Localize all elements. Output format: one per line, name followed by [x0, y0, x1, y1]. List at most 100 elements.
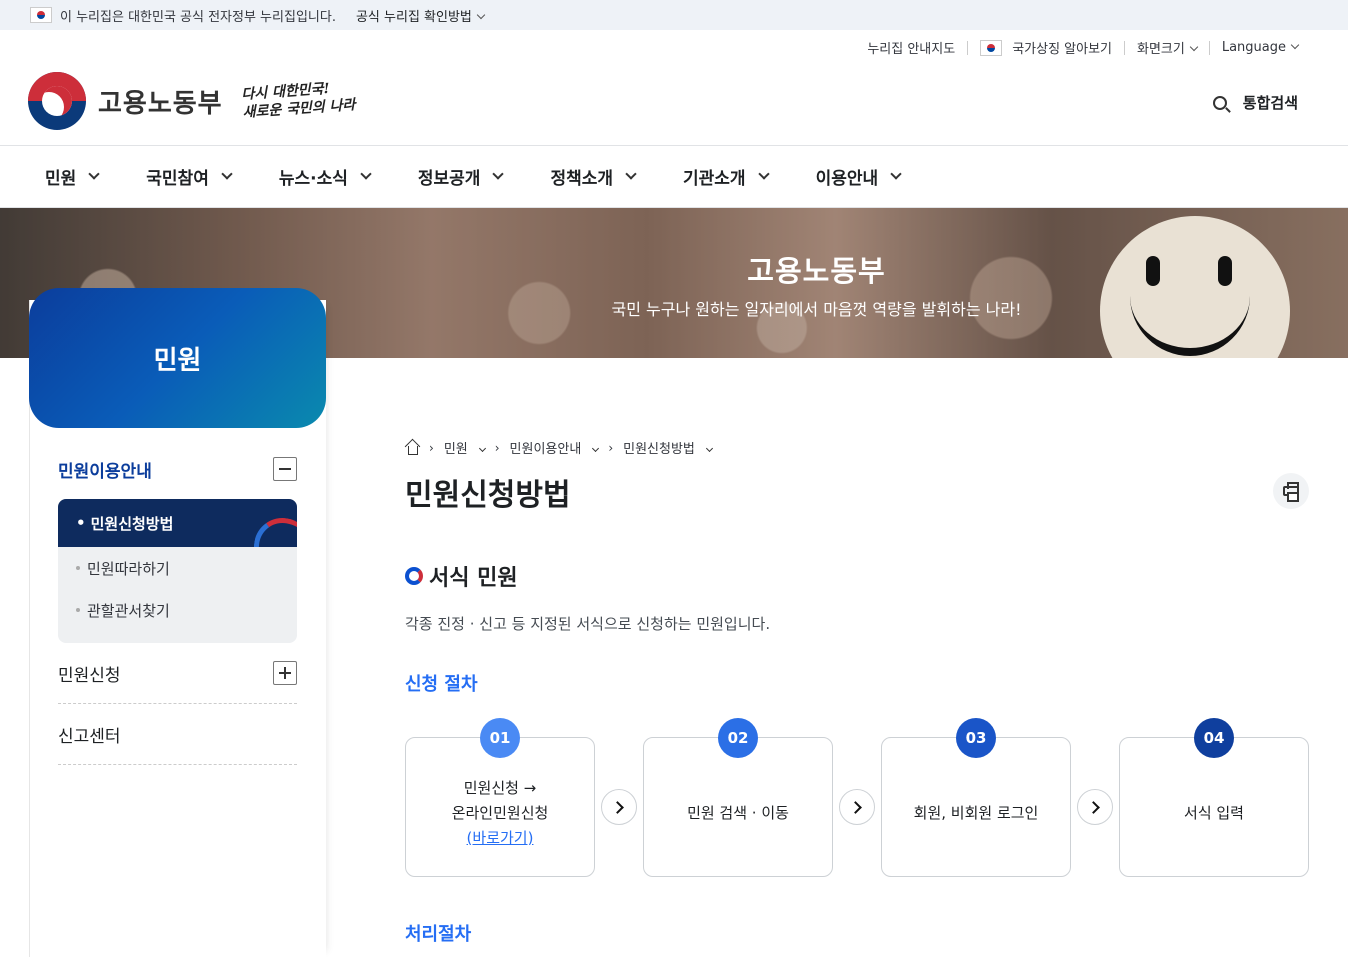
bullet-icon	[76, 608, 80, 612]
procedure-title: 신청 절차	[405, 674, 478, 695]
page-title: 민원신청방법	[405, 478, 571, 513]
site-logo[interactable]: 고용노동부	[28, 72, 223, 130]
chevron-right-icon	[839, 789, 875, 825]
gnb-label: 국민참여	[146, 169, 209, 189]
gnb-label: 뉴스·소식	[278, 169, 348, 189]
gnb-item-guide[interactable]: 이용안내	[815, 164, 902, 189]
sidebar-subitem-follow[interactable]: 민원따라하기	[58, 547, 297, 589]
sidebar-item-label: 민원이용안내	[58, 461, 152, 482]
gnb-label: 이용안내	[815, 169, 879, 189]
sidebar-item-label: 민원신청	[58, 665, 121, 686]
language-button[interactable]: Language	[1221, 40, 1300, 55]
sitemap-link[interactable]: 누리집 안내지도	[867, 38, 955, 57]
expand-icon[interactable]	[273, 661, 297, 685]
logo-text: 고용노동부	[98, 88, 223, 119]
chevron-down-icon	[221, 167, 233, 180]
gnb-item-policy[interactable]: 정책소개	[550, 164, 637, 189]
section-title-text: 서식 민원	[429, 566, 518, 591]
language-label: Language	[1221, 40, 1286, 55]
breadcrumb-separator: ›	[429, 440, 434, 455]
shortcut-link[interactable]: (바로가기)	[467, 826, 534, 851]
chevron-down-icon	[360, 167, 372, 180]
home-icon[interactable]	[405, 441, 419, 455]
font-size-button[interactable]: 화면크기	[1137, 38, 1199, 57]
chevron-right-icon	[601, 789, 637, 825]
step-text: 민원신청 →	[463, 778, 537, 797]
taegeuk-emblem-icon	[28, 72, 86, 130]
breadcrumb-label: 민원이용안내	[509, 442, 582, 457]
national-symbol-link[interactable]: 국가상징 알아보기	[1012, 38, 1112, 57]
step-card-1: 민원신청 → 온라인민원신청 (바로가기)	[405, 737, 595, 877]
korea-flag-icon	[980, 39, 1003, 56]
gnb-label: 정책소개	[550, 169, 613, 189]
gnb-item-agency[interactable]: 기관소개	[683, 164, 770, 189]
divider	[1124, 40, 1125, 55]
breadcrumb-separator: ›	[608, 440, 614, 455]
chevron-down-icon	[478, 444, 486, 453]
search-label: 통합검색	[1242, 94, 1298, 112]
chevron-down-icon	[705, 444, 713, 453]
banner-title: 고용노동부	[747, 254, 886, 288]
chevron-down-icon	[592, 444, 600, 453]
sidebar-subitem-label: 민원따라하기	[87, 559, 170, 578]
integrated-search-button[interactable]: 통합검색	[1212, 92, 1298, 113]
divider	[1208, 40, 1210, 55]
font-size-label: 화면크기	[1137, 42, 1185, 57]
bullet-icon	[76, 566, 80, 570]
sidebar-title: 민원	[29, 288, 326, 428]
gov-check-label: 공식 누리집 확인방법	[355, 9, 472, 25]
step-text: 온라인민원신청	[451, 803, 549, 822]
step-card-4: 서식 입력	[1119, 737, 1309, 877]
sidebar-submenu: • 민원신청방법 민원따라하기 관할관서찾기	[58, 499, 297, 643]
collapse-icon[interactable]	[273, 457, 297, 481]
gnb-item-news[interactable]: 뉴스·소식	[278, 164, 372, 189]
step-text: 회원, 비회원 로그인	[913, 803, 1039, 822]
divider	[967, 40, 969, 55]
gov-banner: 이 누리집은 대한민국 공식 전자정부 누리집입니다. 공식 누리집 확인방법	[0, 0, 1348, 30]
step-badge-3: 03	[956, 718, 996, 758]
step-text: 서식 입력	[1184, 803, 1244, 822]
sidebar-item-civil-apply[interactable]: 민원신청	[58, 643, 297, 704]
breadcrumb-label: 민원신청방법	[623, 442, 695, 457]
sidebar-menu: 민원이용안내 • 민원신청방법 민원따라하기 관할관서찾기 민원신청 신고센터	[58, 440, 297, 765]
process-title: 처리절차	[405, 924, 472, 945]
gnb-item-participation[interactable]: 국민참여	[146, 164, 233, 189]
breadcrumb-label: 민원	[443, 442, 468, 457]
chevron-down-icon	[1189, 42, 1199, 52]
sidebar-item-report-center[interactable]: 신고센터	[58, 704, 297, 765]
step-badge-4: 04	[1194, 718, 1234, 758]
step-card-2: 민원 검색 · 이동	[643, 737, 833, 877]
section-title: 서식 민원	[405, 560, 518, 592]
sidebar-subitem-label: 민원신청방법	[90, 514, 174, 533]
gnb-label: 정보공개	[417, 169, 481, 189]
breadcrumb-item[interactable]: 민원	[443, 438, 486, 457]
slogan: 다시 대한민국! 새로운 국민의 나라	[241, 78, 356, 122]
utility-nav: 누리집 안내지도 국가상징 알아보기 화면크기 Language	[867, 38, 1300, 57]
print-button[interactable]	[1273, 473, 1309, 509]
chevron-down-icon	[757, 167, 770, 180]
breadcrumb-item[interactable]: 민원신청방법	[623, 438, 713, 457]
section-description: 각종 진정 · 신고 등 지정된 서식으로 신청하는 민원입니다.	[405, 615, 771, 633]
chevron-right-icon	[1077, 789, 1113, 825]
step-badge-1: 01	[480, 718, 520, 758]
chevron-down-icon	[890, 167, 902, 180]
breadcrumb: › 민원 › 민원이용안내 › 민원신청방법	[405, 438, 713, 457]
gnb-label: 기관소개	[683, 169, 746, 189]
gnb-item-civil[interactable]: 민원	[45, 164, 100, 189]
breadcrumb-item[interactable]: 민원이용안내	[509, 438, 600, 457]
step-badge-2: 02	[718, 718, 758, 758]
gnb-label: 민원	[45, 169, 77, 189]
sidebar-item-civil-guide[interactable]: 민원이용안내	[58, 440, 297, 498]
step-text: 민원 검색 · 이동	[687, 803, 789, 822]
gov-check-link[interactable]: 공식 누리집 확인방법	[355, 6, 486, 25]
gov-banner-text: 이 누리집은 대한민국 공식 전자정부 누리집입니다.	[60, 9, 336, 25]
sidebar-subitem-apply-method[interactable]: • 민원신청방법	[58, 499, 297, 547]
sidebar-subitem-label: 관할관서찾기	[87, 601, 170, 620]
chevron-down-icon	[625, 167, 637, 180]
sidebar-subitem-office[interactable]: 관할관서찾기	[58, 589, 297, 631]
step-card-3: 회원, 비회원 로그인	[881, 737, 1071, 877]
gnb-item-info[interactable]: 정보공개	[417, 164, 505, 189]
chevron-down-icon	[492, 167, 505, 180]
korea-flag-icon	[30, 7, 52, 23]
breadcrumb-separator: ›	[494, 440, 500, 455]
